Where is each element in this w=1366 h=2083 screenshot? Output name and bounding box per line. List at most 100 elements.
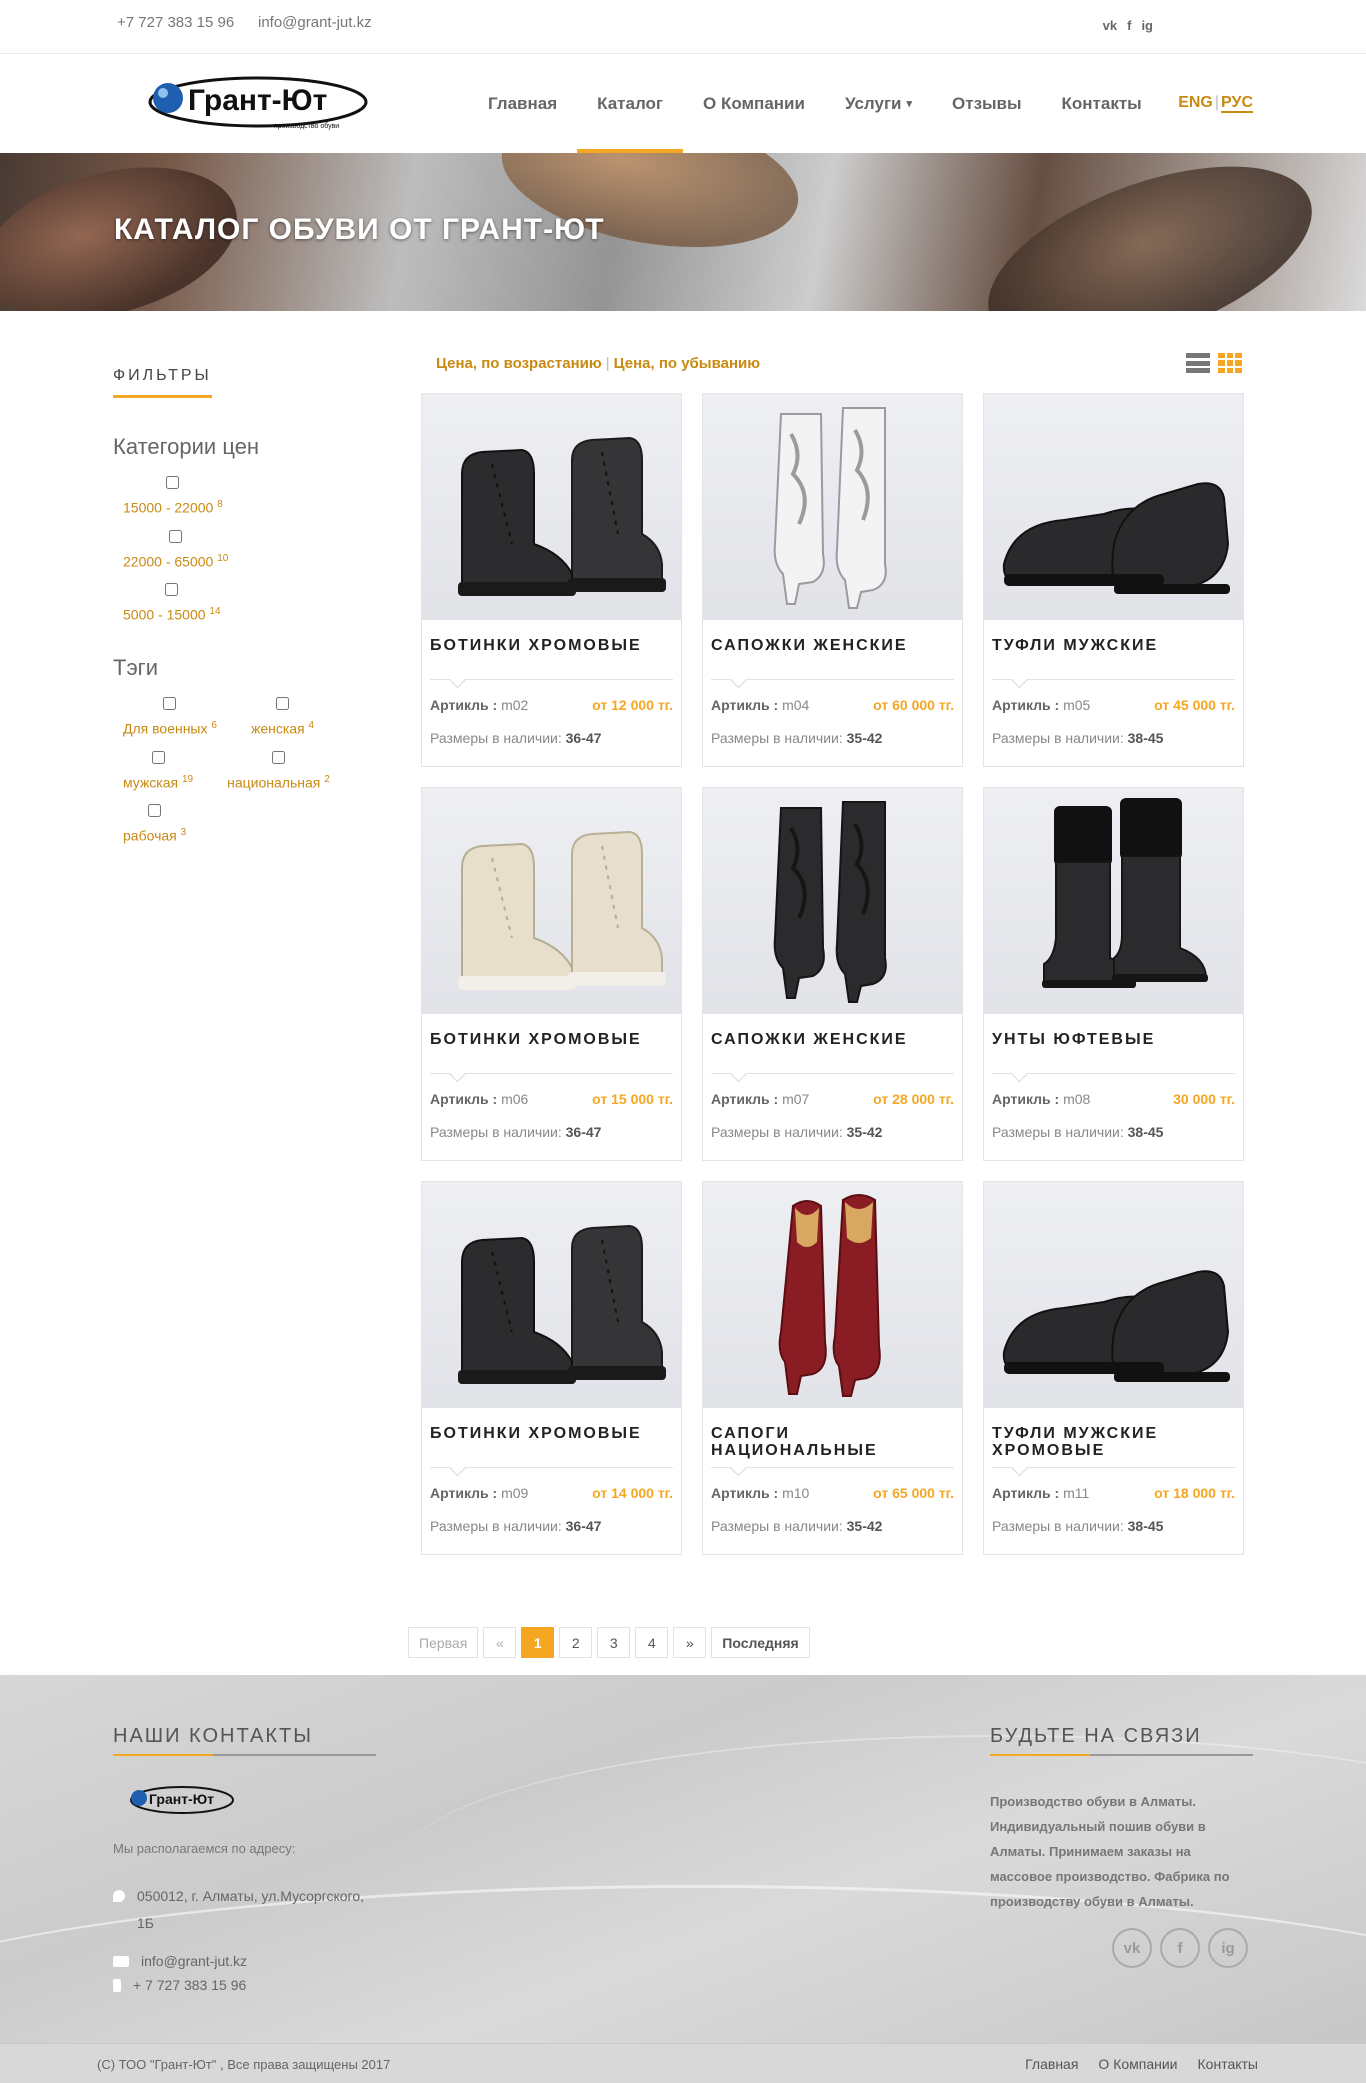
top-email[interactable]: info@grant-jut.kz (258, 14, 372, 31)
nav-services[interactable]: Услуги ▾ (825, 54, 932, 153)
product-divider (711, 679, 954, 680)
page-first[interactable]: Первая (408, 1627, 479, 1658)
tag-filter-checkbox[interactable] (271, 750, 285, 764)
tag-filter-count: 3 (180, 827, 187, 839)
product-image[interactable] (984, 1182, 1243, 1408)
article-value: m07 (782, 1091, 810, 1107)
product-card[interactable]: САПОГИ НАЦИОНАЛЬНЫЕ Артикль : m10 от 65 … (702, 1181, 963, 1555)
product-title[interactable]: САПОЖКИ ЖЕНСКИЕ (711, 1031, 954, 1048)
product-image[interactable] (703, 788, 962, 1014)
logo[interactable]: Грант-Ют производство обуви (146, 72, 368, 134)
footer-phone[interactable]: + 7 727 383 15 96 (133, 1977, 246, 1993)
nav-reviews[interactable]: Отзывы (932, 54, 1042, 153)
product-card[interactable]: ТУФЛИ МУЖСКИЕ Артикль : m05 от 45 000 тг… (983, 393, 1244, 767)
price-filter-option[interactable]: 15000 - 22000 8 (123, 476, 223, 516)
product-image[interactable] (422, 1182, 681, 1408)
product-title[interactable]: БОТИНКИ ХРОМОВЫЕ (430, 1425, 673, 1442)
vk-icon[interactable]: vk (1103, 18, 1117, 33)
sort-price-desc[interactable]: Цена, по убыванию (614, 355, 760, 372)
facebook-icon[interactable]: f (1127, 18, 1131, 33)
product-title[interactable]: УНТЫ ЮФТЕВЫЕ (992, 1031, 1235, 1048)
nav-contacts[interactable]: Контакты (1042, 54, 1162, 153)
sizes-label: Размеры в наличии: (711, 1518, 843, 1534)
product-card[interactable]: БОТИНКИ ХРОМОВЫЕ Артикль : m06 от 15 000… (421, 787, 682, 1161)
price-filter-option[interactable]: 22000 - 65000 10 (123, 529, 228, 569)
product-title[interactable]: САПОГИ НАЦИОНАЛЬНЫЕ (711, 1425, 954, 1459)
footer-email[interactable]: info@grant-jut.kz (141, 1953, 247, 1969)
lang-rus[interactable]: РУС (1221, 94, 1253, 113)
tag-filter-checkbox[interactable] (276, 696, 290, 710)
sort-price-asc[interactable]: Цена, по возрастанию (436, 355, 602, 372)
tag-filter-option[interactable]: национальная 2 (227, 750, 330, 790)
page-prev[interactable]: « (483, 1627, 517, 1658)
product-card[interactable]: БОТИНКИ ХРОМОВЫЕ Артикль : m02 от 12 000… (421, 393, 682, 767)
sizes-value: 35-42 (846, 1124, 883, 1140)
product-article: Артикль : m10 (711, 1485, 809, 1501)
footer-link-home[interactable]: Главная (1025, 2056, 1078, 2072)
footer-link-contacts[interactable]: Контакты (1198, 2056, 1258, 2072)
product-divider (430, 679, 673, 680)
tag-filter-option[interactable]: мужская 19 (123, 750, 193, 790)
footer-phone-row: + 7 727 383 15 96 (113, 1977, 246, 1993)
product-image[interactable] (703, 394, 962, 620)
product-price: 30 000 тг. (1173, 1091, 1235, 1107)
product-divider (430, 1467, 673, 1468)
facebook-icon[interactable]: f (1160, 1928, 1200, 1968)
page-last[interactable]: Последняя (711, 1627, 810, 1658)
footer-logo[interactable]: Грант-Ют (128, 1783, 234, 1817)
product-title[interactable]: САПОЖКИ ЖЕНСКИЕ (711, 637, 954, 654)
price-filter-list: 15000 - 22000 8 22000 - 65000 10 5000 - … (113, 476, 383, 637)
top-phone[interactable]: +7 727 383 15 96 (117, 14, 234, 31)
price-filter-checkbox[interactable] (165, 583, 179, 597)
page-3[interactable]: 3 (597, 1627, 631, 1658)
nav-about[interactable]: О Компании (683, 54, 825, 153)
product-card[interactable]: ТУФЛИ МУЖСКИЕ ХРОМОВЫЕ Артикль : m11 от … (983, 1181, 1244, 1555)
page-1[interactable]: 1 (521, 1627, 555, 1658)
product-card[interactable]: УНТЫ ЮФТЕВЫЕ Артикль : m08 30 000 тг. Ра… (983, 787, 1244, 1161)
nav-catalog[interactable]: Каталог (577, 54, 683, 153)
price-filter-option[interactable]: 5000 - 15000 14 (123, 583, 221, 623)
article-value: m09 (501, 1485, 529, 1501)
tag-filter-checkbox[interactable] (151, 750, 165, 764)
product-image[interactable] (984, 394, 1243, 620)
instagram-icon[interactable]: ig (1141, 18, 1153, 33)
price-filter-checkbox[interactable] (166, 476, 180, 489)
product-title[interactable]: ТУФЛИ МУЖСКИЕ (992, 637, 1235, 654)
tag-filter-option[interactable]: рабочая 3 (123, 804, 186, 844)
price-filter-checkbox[interactable] (169, 529, 183, 543)
product-sizes: Размеры в наличии: 38-45 (992, 730, 1163, 746)
pagination: Первая « 1 2 3 4 » Последняя (408, 1627, 810, 1658)
footer-link-about[interactable]: О Компании (1098, 2056, 1177, 2072)
footer-logo-name: Грант-Ют (149, 1791, 214, 1807)
page-4[interactable]: 4 (635, 1627, 669, 1658)
product-card[interactable]: БОТИНКИ ХРОМОВЫЕ Артикль : m09 от 14 000… (421, 1181, 682, 1555)
header: Грант-Ют производство обуви Главная Ката… (0, 54, 1366, 153)
product-article: Артикль : m08 (992, 1091, 1090, 1107)
nav-home[interactable]: Главная (468, 54, 577, 153)
sizes-value: 35-42 (846, 730, 883, 746)
product-image[interactable] (984, 788, 1243, 1014)
list-view-icon[interactable] (1186, 353, 1210, 373)
product-card[interactable]: САПОЖКИ ЖЕНСКИЕ Артикль : m04 от 60 000 … (702, 393, 963, 767)
page-next[interactable]: » (673, 1627, 707, 1658)
instagram-icon[interactable]: ig (1208, 1928, 1248, 1968)
product-title[interactable]: БОТИНКИ ХРОМОВЫЕ (430, 637, 673, 654)
product-image[interactable] (703, 1182, 962, 1408)
vk-icon[interactable]: vk (1112, 1928, 1152, 1968)
price-filter-label: 5000 - 15000 (123, 606, 206, 623)
product-card[interactable]: САПОЖКИ ЖЕНСКИЕ Артикль : m07 от 28 000 … (702, 787, 963, 1161)
tag-filter-option[interactable]: Для военных 6 (123, 696, 217, 737)
product-title[interactable]: ТУФЛИ МУЖСКИЕ ХРОМОВЫЕ (992, 1425, 1235, 1459)
lang-eng[interactable]: ENG (1178, 94, 1213, 111)
sizes-label: Размеры в наличии: (430, 730, 562, 746)
tag-filter-checkbox[interactable] (148, 804, 162, 818)
product-image[interactable] (422, 788, 681, 1014)
tag-filter-option[interactable]: женская 4 (250, 696, 314, 737)
tag-filter-checkbox[interactable] (163, 696, 177, 710)
grid-view-icon[interactable] (1218, 353, 1242, 373)
nav-services-label: Услуги (844, 93, 902, 113)
page-2[interactable]: 2 (559, 1627, 593, 1658)
product-title[interactable]: БОТИНКИ ХРОМОВЫЕ (430, 1031, 673, 1048)
product-image[interactable] (422, 394, 681, 620)
tag-filter-label: женская (250, 720, 305, 737)
